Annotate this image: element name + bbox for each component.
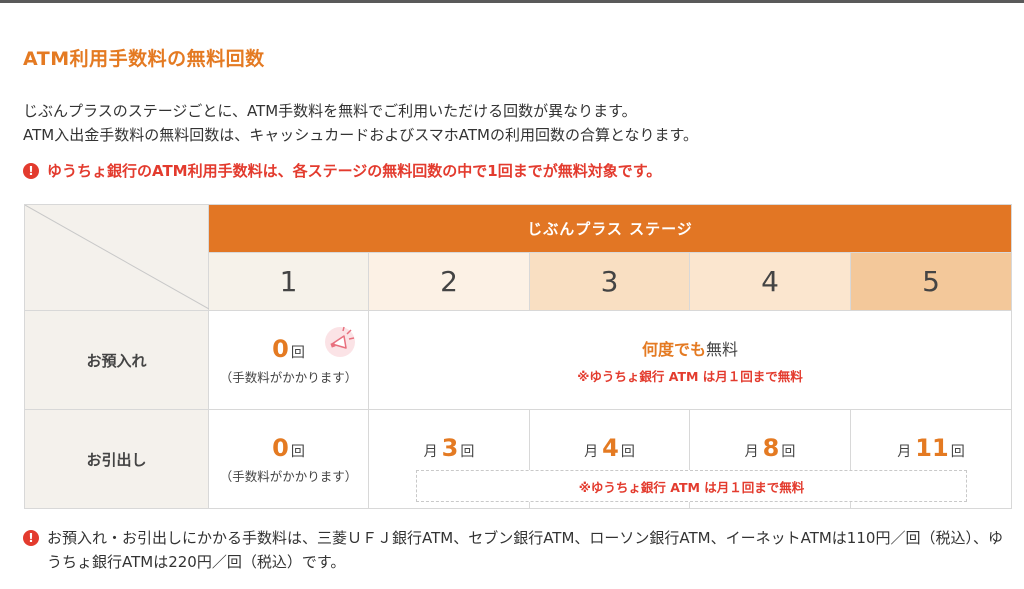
- deposit-unlimited-emphasis: 何度でも: [641, 339, 706, 359]
- alert-icon: !: [23, 162, 39, 179]
- deposit-row-label: お預入れ: [24, 310, 209, 410]
- month-label: 月: [423, 444, 438, 460]
- footer-note: ! お預入れ・お引出しにかかる手数料は、三菱ＵＦＪ銀行ATM、セブン銀行ATM、…: [23, 526, 1013, 574]
- withdraw-stage-1-cell: 0回 （手数料がかかります）: [208, 409, 369, 509]
- section-title: ATM利用手数料の無料回数: [23, 48, 265, 70]
- withdraw-yucho-note: ※ゆうちょ銀行 ATM は月１回まで無料: [416, 470, 967, 502]
- table-corner-cell: [24, 204, 209, 311]
- withdraw-stage-1-note: （手数料がかかります）: [219, 468, 358, 484]
- alert-icon: !: [23, 530, 39, 546]
- stage-2-header: 2: [368, 252, 530, 311]
- withdraw-stage-1-count: 0回: [209, 434, 368, 462]
- withdraw-unit: 回: [781, 444, 796, 460]
- deposit-count-value: 0: [272, 334, 289, 363]
- stage-header: じぶんプラス ステージ: [208, 204, 1012, 253]
- withdraw-stage-4-count: 8: [762, 434, 780, 462]
- withdraw-unit: 回: [620, 444, 635, 460]
- deposit-unlimited-free: 何度でも無料: [369, 336, 1011, 360]
- deposit-stage-2-5-cell: 何度でも無料 ※ゆうちょ銀行 ATM は月１回まで無料: [368, 310, 1012, 410]
- deposit-stage-1-note: （手数料がかかります）: [219, 369, 358, 385]
- warning-text: ゆうちょ銀行のATM利用手数料は、各ステージの無料回数の中で1回までが無料対象で…: [47, 162, 662, 180]
- description-line-2: ATM入出金手数料の無料回数は、キャッシュカードおよびスマホATMの利用回数の合…: [23, 126, 699, 144]
- megaphone-icon: [320, 322, 360, 362]
- deposit-count-unit: 回: [290, 344, 305, 361]
- withdraw-row-label: お引出し: [24, 409, 209, 509]
- month-label: 月: [744, 444, 759, 460]
- top-border: [0, 0, 1024, 3]
- withdraw-count-unit: 回: [290, 443, 305, 460]
- deposit-yucho-note: ※ゆうちょ銀行 ATM は月１回まで無料: [577, 368, 803, 384]
- description-line-1: じぶんプラスのステージごとに、ATM手数料を無料でご利用いただける回数が異なりま…: [23, 102, 637, 120]
- withdraw-unit: 回: [950, 444, 965, 460]
- stage-5-header: 5: [850, 252, 1012, 311]
- month-label: 月: [897, 444, 912, 460]
- month-label: 月: [584, 444, 599, 460]
- withdraw-stage-2-count: 3: [441, 434, 459, 462]
- stage-1-header: 1: [208, 252, 369, 311]
- footer-note-text: お預入れ・お引出しにかかる手数料は、三菱ＵＦＪ銀行ATM、セブン銀行ATM、ロー…: [47, 529, 1003, 571]
- stage-3-header: 3: [529, 252, 690, 311]
- deposit-free-text: 無料: [706, 339, 739, 359]
- withdraw-count-value: 0: [272, 433, 289, 462]
- withdraw-stage-3-count: 4: [602, 434, 619, 462]
- warning-message: ! ゆうちょ銀行のATM利用手数料は、各ステージの無料回数の中で1回までが無料対…: [23, 160, 661, 181]
- corner-diagonal: [25, 205, 209, 309]
- withdraw-unit: 回: [460, 444, 475, 460]
- stage-4-header: 4: [689, 252, 851, 311]
- withdraw-stage-5-count: 11: [915, 434, 949, 462]
- atm-fee-table: じぶんプラス ステージ 1 2 3 4 5 お預入れ 0回 （手数料がかかります…: [24, 204, 1012, 509]
